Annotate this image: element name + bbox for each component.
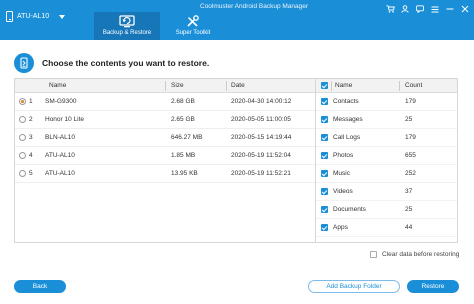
restore-device-icon <box>14 53 34 73</box>
backup-name: ATU-AL10 <box>45 170 75 177</box>
tab-backup-restore[interactable]: Backup & Restore <box>94 12 160 40</box>
back-button[interactable]: Back <box>14 280 66 293</box>
backup-index: 1 <box>29 98 33 105</box>
content-name: Call Logs <box>333 134 361 141</box>
content-name: Documents <box>333 206 366 213</box>
backup-row[interactable]: 1 SM-G9300 2.68 GB 2020-04-30 14:00:12 <box>15 93 315 111</box>
column-header-type: Name <box>335 82 353 89</box>
content-name: Videos <box>333 188 353 195</box>
backup-index: 4 <box>29 152 33 159</box>
minimize-icon[interactable] <box>445 4 455 14</box>
music-checkbox[interactable] <box>321 170 328 177</box>
documents-checkbox[interactable] <box>321 206 328 213</box>
backup-list-header: Name Size Date <box>15 79 315 93</box>
content-count: 179 <box>405 98 416 105</box>
add-backup-folder-button[interactable]: Add Backup Folder <box>308 280 400 293</box>
backup-row[interactable]: 4 ATU-AL10 1.85 MB 2020-05-19 11:52:04 <box>15 147 315 165</box>
backup-size: 1.85 MB <box>171 152 196 159</box>
backup-name: Honor 10 Lite <box>45 116 85 123</box>
content-row[interactable]: Call Logs 179 <box>316 129 457 147</box>
content-name: Messages <box>333 116 363 123</box>
backup-name: BLN-AL10 <box>45 134 75 141</box>
backup-index: 3 <box>29 134 33 141</box>
device-selector[interactable]: ATU-AL10 <box>6 11 66 22</box>
app-title: Coolmuster Android Backup Manager <box>200 3 309 10</box>
backup-index: 2 <box>29 116 33 123</box>
videos-checkbox[interactable] <box>321 188 328 195</box>
backup-radio[interactable] <box>19 152 26 159</box>
call-logs-checkbox[interactable] <box>321 134 328 141</box>
backup-name: SM-G9300 <box>45 98 77 105</box>
backup-radio[interactable] <box>19 116 26 123</box>
content-name: Contacts <box>333 98 359 105</box>
backup-name: ATU-AL10 <box>45 152 75 159</box>
backup-list: Name Size Date 1 SM-G9300 2.68 GB 2020-0… <box>14 78 316 243</box>
content-count: 252 <box>405 170 416 177</box>
menu-icon[interactable] <box>430 4 440 14</box>
chevron-down-icon <box>59 14 66 19</box>
backup-size: 646.27 MB <box>171 134 203 141</box>
backup-date: 2020-05-15 14:19:44 <box>231 134 292 141</box>
content-count: 25 <box>405 116 413 123</box>
apps-checkbox[interactable] <box>321 224 328 231</box>
content-row[interactable]: Music 252 <box>316 165 457 183</box>
backup-row[interactable]: 3 BLN-AL10 646.27 MB 2020-05-15 14:19:44 <box>15 129 315 147</box>
backup-restore-icon <box>119 15 135 28</box>
title-bar: ATU-AL10 Coolmuster Android Backup Manag… <box>0 0 474 40</box>
content-count: 655 <box>405 152 416 159</box>
content-name: Music <box>333 170 350 177</box>
backup-index: 5 <box>29 170 33 177</box>
content-row[interactable]: Messages 25 <box>316 111 457 129</box>
device-name: ATU-AL10 <box>17 13 50 20</box>
backup-row[interactable]: 2 Honor 10 Lite 2.65 GB 2020-05-05 11:00… <box>15 111 315 129</box>
backup-date: 2020-04-30 14:00:12 <box>231 98 292 105</box>
clear-data-checkbox[interactable] <box>370 251 377 258</box>
backup-size: 2.68 GB <box>171 98 195 105</box>
close-icon[interactable] <box>460 4 470 14</box>
backup-date: 2020-05-19 11:52:04 <box>231 152 291 159</box>
content-name: Apps <box>333 224 348 231</box>
content-name: Photos <box>333 152 354 159</box>
column-header-name: Name <box>49 82 67 89</box>
content-row[interactable]: Apps 44 <box>316 219 457 237</box>
contacts-checkbox[interactable] <box>321 98 328 105</box>
column-header-count: Count <box>405 82 423 89</box>
content-count: 25 <box>405 206 413 213</box>
photos-checkbox[interactable] <box>321 152 328 159</box>
user-icon[interactable] <box>400 4 410 14</box>
content-list-header: Name Count <box>316 79 457 93</box>
feedback-icon[interactable] <box>415 4 425 14</box>
column-header-size: Size <box>171 82 184 89</box>
column-header-date: Date <box>231 82 245 89</box>
backup-row[interactable]: 5 ATU-AL10 13.95 KB 2020-05-19 11:52:21 <box>15 165 315 183</box>
content-count: 37 <box>405 188 413 195</box>
backup-radio[interactable] <box>19 134 26 141</box>
content-count: 44 <box>405 224 413 231</box>
content-count: 179 <box>405 134 416 141</box>
clear-data-label: Clear data before restoring <box>382 251 460 258</box>
tab-super-toolkit-label: Super Toolkit <box>175 30 211 36</box>
cart-icon[interactable] <box>385 4 395 14</box>
tab-super-toolkit[interactable]: Super Toolkit <box>160 12 226 40</box>
backup-date: 2020-05-05 11:00:05 <box>231 116 291 123</box>
page-title: Choose the contents you want to restore. <box>42 58 210 68</box>
tools-icon <box>187 15 199 27</box>
content-row[interactable]: Contacts 179 <box>316 93 457 111</box>
content-row[interactable]: Photos 655 <box>316 147 457 165</box>
window-controls <box>385 4 470 14</box>
backup-radio[interactable] <box>19 170 26 177</box>
phone-icon <box>6 11 13 22</box>
backup-size: 2.65 GB <box>171 116 195 123</box>
messages-checkbox[interactable] <box>321 116 328 123</box>
content-row[interactable]: Videos 37 <box>316 183 457 201</box>
content-type-list: Name Count Contacts 179 Messages 25 Call… <box>316 78 458 243</box>
restore-button[interactable]: Restore <box>407 280 459 293</box>
backup-size: 13.95 KB <box>171 170 198 177</box>
content-row[interactable]: Documents 25 <box>316 201 457 219</box>
section-header: Choose the contents you want to restore. <box>14 53 209 73</box>
tab-backup-restore-label: Backup & Restore <box>102 30 152 36</box>
select-all-checkbox[interactable] <box>321 82 328 89</box>
backup-radio[interactable] <box>19 98 26 105</box>
backup-date: 2020-05-19 11:52:21 <box>231 170 291 177</box>
